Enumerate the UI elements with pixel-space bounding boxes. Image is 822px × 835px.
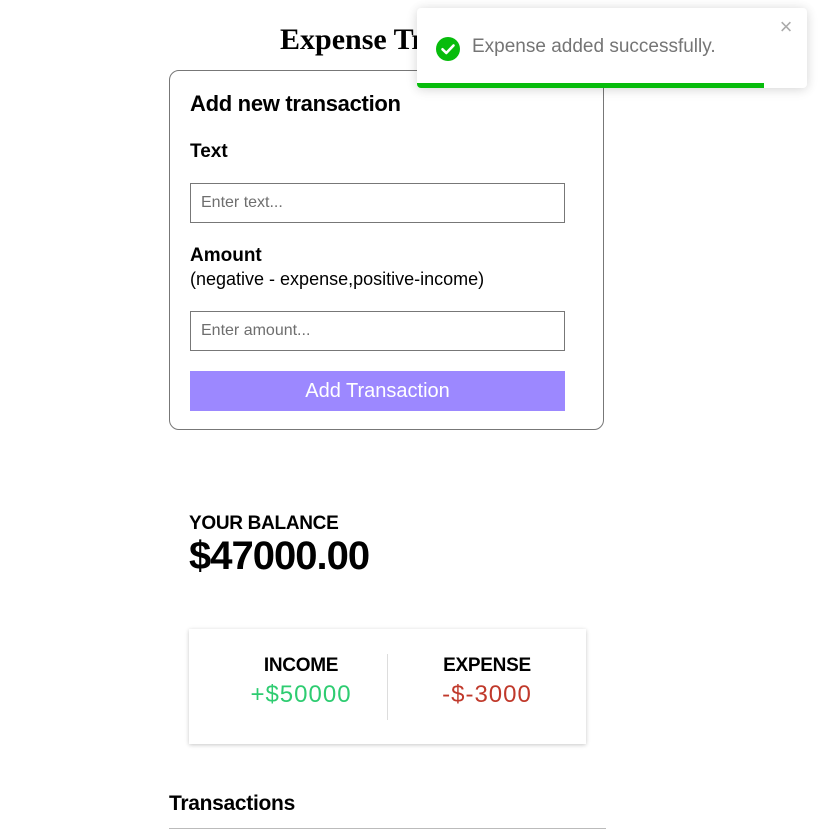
- success-toast[interactable]: Expense added successfully. ×: [417, 8, 807, 88]
- amount-input[interactable]: [190, 311, 565, 351]
- income-value: +$50000: [250, 681, 352, 708]
- text-label: Text: [190, 141, 228, 162]
- close-icon[interactable]: ×: [775, 16, 797, 38]
- income-expense-card: INCOME +$50000 EXPENSE -$-3000: [189, 629, 586, 744]
- income-column: INCOME +$50000: [201, 655, 401, 709]
- add-transaction-button[interactable]: Add Transaction: [190, 371, 565, 411]
- form-heading: Add new transaction: [190, 91, 401, 116]
- balance-title: YOUR BALANCE: [189, 513, 339, 534]
- check-circle-icon: [435, 36, 461, 62]
- expense-value: -$-3000: [442, 681, 532, 708]
- toast-progress-bar: [417, 83, 765, 88]
- add-transaction-form: Add new transaction Text Amount (negativ…: [169, 70, 604, 430]
- expense-label: EXPENSE: [443, 655, 531, 676]
- transactions-heading: Transactions: [169, 792, 295, 815]
- amount-hint: (negative - expense,positive-income): [190, 269, 485, 289]
- transactions-divider: [169, 828, 606, 829]
- expense-column: EXPENSE -$-3000: [387, 655, 587, 709]
- amount-label: Amount: [190, 245, 262, 266]
- text-input[interactable]: [190, 183, 565, 223]
- toast-message: Expense added successfully.: [472, 36, 716, 57]
- balance-amount: $47000.00: [189, 534, 370, 578]
- toast-progress-track: [417, 83, 807, 88]
- income-label: INCOME: [263, 655, 339, 676]
